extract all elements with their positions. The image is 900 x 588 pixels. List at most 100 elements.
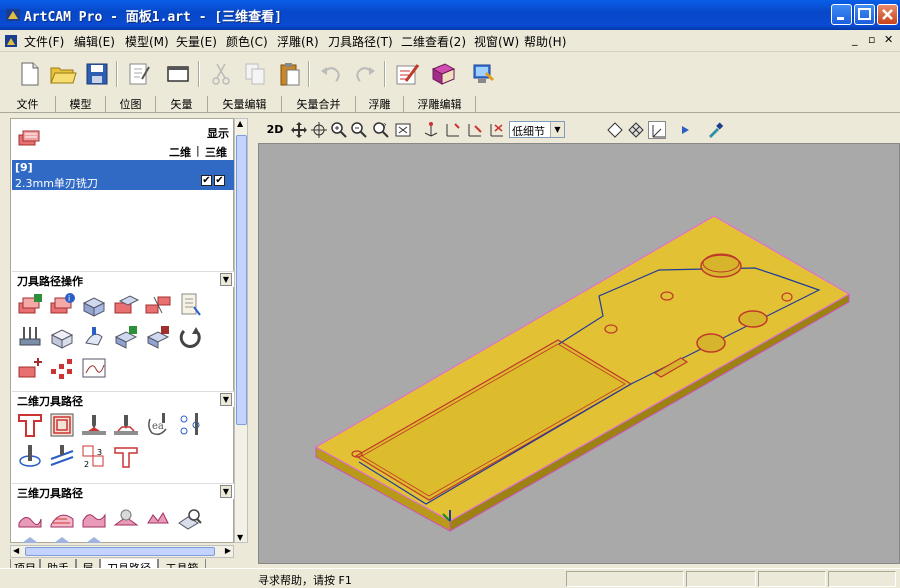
document-icon[interactable] (3, 33, 19, 49)
redo-button[interactable] (350, 59, 380, 89)
view-iso-button[interactable] (488, 121, 506, 139)
mdi-restore-button[interactable]: ▫ (868, 33, 875, 46)
menu-2d-view[interactable]: 二维查看(2) (401, 33, 466, 50)
show-3d-checkbox[interactable]: ✔ (214, 175, 225, 186)
section-3d-toolpaths[interactable]: 三维刀具路径 ▼ (12, 483, 234, 500)
minimize-button[interactable] (831, 4, 852, 25)
open-file-button[interactable] (48, 59, 78, 89)
scroll-down-icon[interactable]: ▼ (237, 533, 243, 542)
menu-color[interactable]: 颜色(C) (226, 33, 268, 50)
texture-toolpath-icon[interactable] (48, 443, 76, 471)
collapse-arrow-icon[interactable]: ▼ (220, 273, 232, 286)
scroll-thumb[interactable] (236, 135, 247, 425)
menu-model[interactable]: 模型(M) (125, 33, 169, 50)
menu-edit[interactable]: 编辑(E) (74, 33, 115, 50)
context-help-button[interactable] (468, 59, 498, 89)
copy-button[interactable] (240, 59, 270, 89)
paste-button[interactable] (274, 59, 304, 89)
cut-off-icon[interactable] (48, 531, 76, 543)
close-button[interactable] (877, 4, 898, 25)
toolbar-tab-vector-merge[interactable]: 矢量合并 (282, 96, 356, 112)
cut-button[interactable] (206, 59, 236, 89)
scroll-thumb[interactable] (25, 547, 215, 556)
bevel-carving-icon[interactable] (112, 411, 140, 439)
scroll-left-icon[interactable]: ◀ (13, 546, 19, 555)
add-toolpath-icon[interactable] (16, 355, 44, 383)
material-setup-icon[interactable] (48, 323, 76, 351)
simulate-block-icon[interactable] (80, 291, 108, 319)
window-frame-button[interactable] (163, 59, 193, 89)
toolpath-template-icon[interactable] (80, 355, 108, 383)
chevron-down-icon[interactable]: ▼ (550, 122, 564, 137)
menu-window[interactable]: 视窗(W) (474, 33, 519, 50)
feature-machining-icon[interactable]: 32 (80, 443, 108, 471)
detail-level-select[interactable]: 低细节 ▼ (509, 121, 565, 138)
toolpath-list-icon[interactable] (176, 291, 204, 319)
show-axes-button[interactable] (648, 121, 666, 139)
menu-vector[interactable]: 矢量(E) (176, 33, 217, 50)
toolpath-list-item[interactable]: [9] 2.3mm单刃铣刀 ✔ ✔ (12, 160, 234, 190)
machine-relief-icon[interactable] (16, 505, 44, 533)
v-bit-carving-icon[interactable] (80, 411, 108, 439)
print-setup-button[interactable] (124, 59, 154, 89)
toolbar-tab-model[interactable]: 模型 (56, 96, 106, 112)
color-picker-button[interactable] (706, 121, 724, 139)
rotate-button[interactable] (310, 121, 328, 139)
machine-setup-icon[interactable] (16, 323, 44, 351)
notes-button[interactable] (392, 59, 422, 89)
tool-database-icon[interactable] (80, 323, 108, 351)
calculate-toolpath-icon[interactable] (16, 291, 44, 319)
mdi-close-button[interactable]: ✕ (884, 33, 893, 46)
engraving-icon[interactable]: ea (144, 411, 172, 439)
new-file-button[interactable] (14, 59, 44, 89)
zoom-box-button[interactable]: ? (372, 121, 390, 139)
toolbar-tab-vector[interactable]: 矢量 (156, 96, 208, 112)
merge-toolpaths-icon[interactable] (144, 291, 172, 319)
z-level-roughing-icon[interactable] (48, 505, 76, 533)
menu-toolpath[interactable]: 刀具路径(T) (328, 33, 393, 50)
machining-search-icon[interactable] (176, 505, 204, 533)
scroll-right-icon[interactable]: ▶ (225, 546, 231, 555)
panel-vertical-scrollbar[interactable]: ▲ ▼ (234, 118, 248, 543)
rest-machining-icon[interactable] (80, 505, 108, 533)
zoom-in-button[interactable] (330, 121, 348, 139)
shaded-button[interactable] (627, 121, 645, 139)
save-button[interactable] (82, 59, 112, 89)
show-2d-checkbox[interactable]: ✔ (201, 175, 212, 186)
scroll-up-icon[interactable]: ▲ (237, 119, 243, 128)
menu-help[interactable]: 帮助(H) (524, 33, 566, 50)
load-toolpath-icon[interactable] (144, 323, 172, 351)
pan-button[interactable] (290, 121, 308, 139)
section-toolpath-operations[interactable]: 刀具路径操作 ▼ (12, 271, 234, 288)
3d-viewport[interactable] (258, 143, 900, 564)
toolbar-tab-bitmap[interactable]: 位图 (106, 96, 156, 112)
area-clearance-icon[interactable] (48, 411, 76, 439)
view-axis-y-button[interactable] (444, 121, 462, 139)
menu-file[interactable]: 文件(F) (24, 33, 64, 50)
inlay-icon[interactable] (16, 443, 44, 471)
save-toolpath-icon[interactable] (112, 323, 140, 351)
panel-horizontal-scrollbar[interactable]: ◀ ▶ (10, 545, 234, 558)
help-book-button[interactable] (428, 59, 458, 89)
view-axis-x-button[interactable] (422, 121, 440, 139)
toolbar-tab-relief-edit[interactable]: 浮雕编辑 (404, 96, 476, 112)
toolbar-tab-file[interactable]: 文件 (0, 96, 56, 112)
undo-button[interactable] (316, 59, 346, 89)
projected-toolpath-icon[interactable] (144, 505, 172, 533)
cut-off-icon[interactable] (80, 531, 108, 543)
cut-off-icon[interactable] (16, 531, 44, 543)
toolbar-tab-relief[interactable]: 浮雕 (356, 96, 404, 112)
toolpath-nodes-icon[interactable] (48, 355, 76, 383)
play-simulation-button[interactable] (676, 121, 694, 139)
3d-cut-out-icon[interactable] (112, 505, 140, 533)
section-2d-toolpaths[interactable]: 二维刀具路径 ▼ (12, 391, 234, 408)
2d-view-button[interactable]: 2D (264, 123, 286, 141)
menu-relief[interactable]: 浮雕(R) (277, 33, 319, 50)
collapse-arrow-icon[interactable]: ▼ (220, 485, 232, 498)
toolbar-tab-vector-edit[interactable]: 矢量编辑 (208, 96, 282, 112)
collapse-arrow-icon[interactable]: ▼ (220, 393, 232, 406)
zoom-out-button[interactable] (350, 121, 368, 139)
zoom-extents-button[interactable] (394, 121, 412, 139)
transform-toolpath-icon[interactable] (176, 323, 204, 351)
toolpath-info-icon[interactable]: i (48, 291, 76, 319)
